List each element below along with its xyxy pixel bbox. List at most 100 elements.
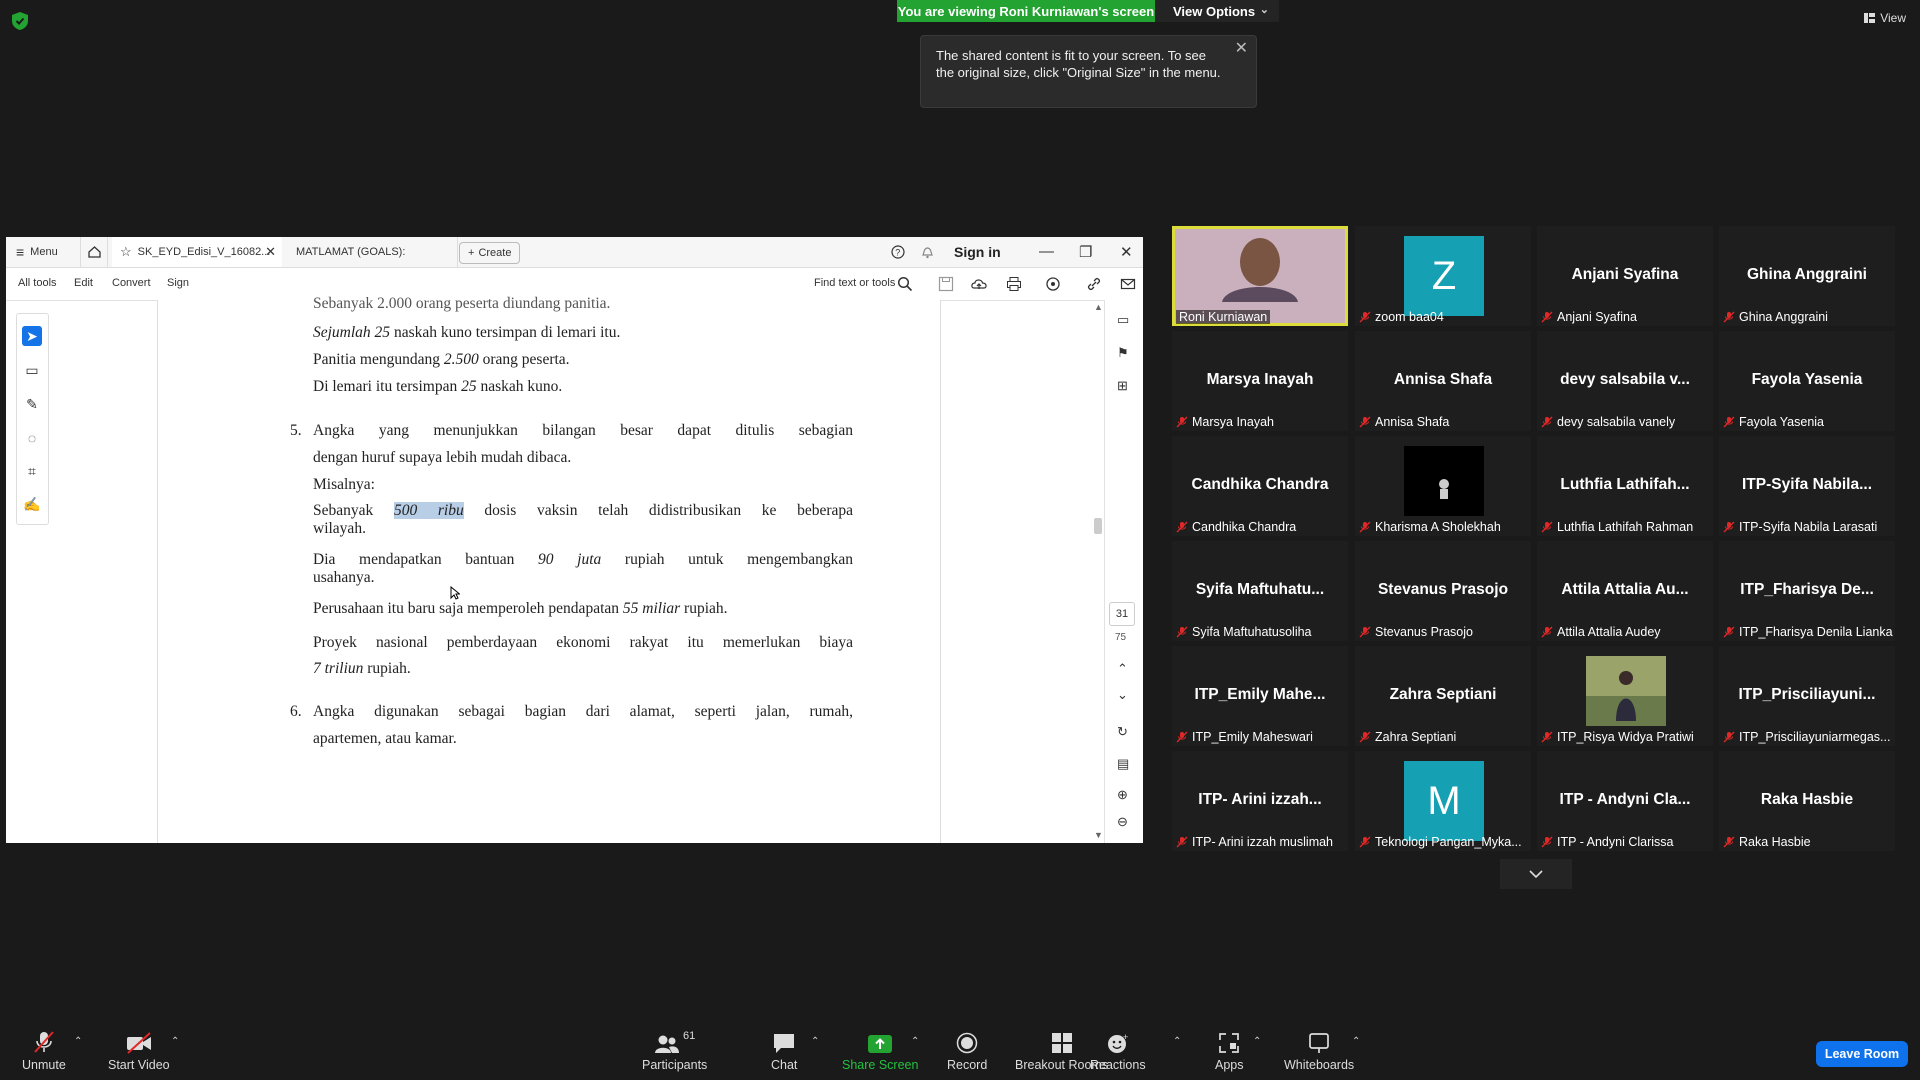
create-button[interactable]: + Create <box>459 242 521 264</box>
share-screen-button[interactable]: Share Screen <box>842 1030 918 1072</box>
participant-name: Attila Attalia Audey <box>1557 625 1661 639</box>
whiteboards-button[interactable]: Whiteboards <box>1284 1030 1354 1072</box>
highlight-pen-icon[interactable]: ✎ <box>22 394 42 414</box>
zoom-out-icon[interactable]: ⊖ <box>1117 814 1128 830</box>
window-close-icon[interactable]: ✕ <box>1120 243 1133 261</box>
participant-name: Fayola Yasenia <box>1739 415 1825 429</box>
comments-icon[interactable]: ▭ <box>1117 312 1129 328</box>
doc-line: Misalnya: <box>313 476 375 493</box>
save-icon[interactable] <box>938 276 954 292</box>
scroll-down-icon[interactable]: ▼ <box>1094 830 1103 840</box>
participant-tile[interactable]: ITP_Risya Widya Pratiwi <box>1537 646 1713 746</box>
participant-tile[interactable]: ITP - Andyni Cla... ITP - Andyni Clarissa <box>1537 751 1713 851</box>
participant-tile[interactable]: Zzoom baa04 <box>1355 226 1531 326</box>
select-tool-icon[interactable]: ➤ <box>22 326 42 346</box>
participant-tile[interactable]: Zahra Septiani Zahra Septiani <box>1355 646 1531 746</box>
view-options-button[interactable]: View Options ⌄ <box>1155 0 1279 22</box>
bookmark-icon[interactable]: ⚑ <box>1117 345 1129 361</box>
video-options-caret-icon[interactable]: ⌃ <box>171 1036 179 1047</box>
lasso-draw-icon[interactable]: ◌ <box>22 428 42 448</box>
plus-icon: + <box>468 247 475 259</box>
home-tab[interactable] <box>80 237 108 267</box>
record-button[interactable]: Record <box>947 1030 987 1072</box>
bell-icon[interactable] <box>921 245 934 259</box>
participant-tile[interactable]: Raka Hasbie Raka Hasbie <box>1719 751 1895 851</box>
vertical-scrollbar[interactable]: ▲ ▼ <box>1092 300 1104 843</box>
print-icon[interactable] <box>1006 276 1022 292</box>
zoom-in-icon[interactable]: ⊕ <box>1117 787 1128 803</box>
participant-tile[interactable]: Candhika Chandra Candhika Chandra <box>1172 436 1348 536</box>
upload-cloud-icon[interactable] <box>971 276 987 292</box>
apps-caret-icon[interactable]: ⌃ <box>1253 1036 1261 1047</box>
participant-tile[interactable]: Roni Kurniawan <box>1172 226 1348 326</box>
participant-tile[interactable]: Stevanus Prasojo Stevanus Prasojo <box>1355 541 1531 641</box>
participant-tile[interactable]: ITP- Arini izzah... ITP- Arini izzah musl… <box>1172 751 1348 851</box>
reactions-caret-icon[interactable]: ⌃ <box>1173 1036 1181 1047</box>
gallery-next-page-button[interactable] <box>1500 859 1572 889</box>
chat-caret-icon[interactable]: ⌃ <box>811 1036 819 1047</box>
rotate-icon[interactable]: ↻ <box>1117 724 1128 740</box>
minimize-icon[interactable]: — <box>1039 243 1054 260</box>
sign-menu[interactable]: Sign <box>167 277 189 289</box>
participant-name-label: ITP_Emily Maheswari <box>1176 730 1313 744</box>
unmute-button[interactable]: Unmute <box>22 1030 66 1072</box>
participant-tile[interactable]: ITP_Prisciliayuni... ITP_Prisciliayuniarm… <box>1719 646 1895 746</box>
doc-line: 7 triliun rupiah. <box>313 660 411 677</box>
participant-tile[interactable]: Marsya Inayah Marsya Inayah <box>1172 331 1348 431</box>
share-caret-icon[interactable]: ⌃ <box>911 1036 919 1047</box>
participant-tile[interactable]: devy salsabila v... devy salsabila vanely <box>1537 331 1713 431</box>
sign-tool-icon[interactable]: ✍ <box>22 494 42 514</box>
all-tools-menu[interactable]: All tools <box>18 277 57 289</box>
close-tab-icon[interactable]: ✕ <box>265 244 276 260</box>
participant-tile[interactable]: Kharisma A Sholekhah <box>1355 436 1531 536</box>
comment-share-icon[interactable] <box>1045 276 1061 292</box>
edit-menu[interactable]: Edit <box>74 277 93 289</box>
participant-tile[interactable]: Annisa Shafa Annisa Shafa <box>1355 331 1531 431</box>
mic-muted-icon <box>1541 731 1553 743</box>
security-shield-icon[interactable] <box>12 12 28 30</box>
reactions-button[interactable]: + Reactions <box>1090 1030 1146 1072</box>
tab-goals[interactable]: MATLAMAT (GOALS): <box>288 237 458 267</box>
page-number-input[interactable]: 31 <box>1109 602 1135 626</box>
text-select-icon[interactable]: ⌗ <box>22 461 42 481</box>
participant-tile[interactable]: ITP_Fharisya De... ITP_Fharisya Denila Li… <box>1719 541 1895 641</box>
thumbnails-grid-icon[interactable]: ⊞ <box>1117 378 1128 394</box>
close-icon[interactable]: ✕ <box>1235 40 1248 57</box>
participant-tile[interactable]: Ghina Anggraini Ghina Anggraini <box>1719 226 1895 326</box>
email-icon[interactable] <box>1120 276 1136 292</box>
page-extract-icon[interactable]: ▤ <box>1117 756 1129 772</box>
participant-tile[interactable]: Attila Attalia Au... Attila Attalia Audey <box>1537 541 1713 641</box>
scroll-thumb[interactable] <box>1094 518 1102 534</box>
restore-icon[interactable]: ❐ <box>1079 243 1092 261</box>
tab-document[interactable]: ☆ SK_EYD_Edisi_V_16082... ✕ <box>112 237 282 267</box>
participant-tile[interactable]: M Teknologi Pangan_Myka... <box>1355 751 1531 851</box>
scroll-up-icon[interactable]: ▲ <box>1094 302 1103 312</box>
page-down-icon[interactable]: ⌄ <box>1117 687 1128 703</box>
participant-tile[interactable]: ITP-Syifa Nabila... ITP-Syifa Nabila Lara… <box>1719 436 1895 536</box>
apps-button[interactable]: Apps <box>1215 1030 1244 1072</box>
chat-button[interactable]: Chat <box>771 1030 797 1072</box>
participant-name: ITP_Prisciliayuniarmegas... <box>1739 730 1891 744</box>
find-text-field[interactable]: Find text or tools <box>814 277 895 289</box>
convert-menu[interactable]: Convert <box>112 277 151 289</box>
mic-muted-icon <box>1359 836 1371 848</box>
search-icon[interactable] <box>897 276 913 292</box>
help-icon[interactable]: ? <box>891 245 905 259</box>
participant-tile[interactable]: Anjani Syafina Anjani Syafina <box>1537 226 1713 326</box>
leave-room-button[interactable]: Leave Room <box>1816 1041 1908 1067</box>
menu-button[interactable]: ≡ Menu <box>16 237 58 267</box>
participant-tile[interactable]: Fayola Yasenia Fayola Yasenia <box>1719 331 1895 431</box>
start-video-button[interactable]: Start Video <box>108 1030 170 1072</box>
participants-button[interactable]: 61 Participants <box>642 1030 707 1072</box>
audio-options-caret-icon[interactable]: ⌃ <box>74 1036 82 1047</box>
page-up-icon[interactable]: ⌃ <box>1117 661 1128 677</box>
participant-tile[interactable]: ITP_Emily Mahe... ITP_Emily Maheswari <box>1172 646 1348 746</box>
mic-muted-icon <box>1541 626 1553 638</box>
participant-tile[interactable]: Luthfia Lathifah... Luthfia Lathifah Rahm… <box>1537 436 1713 536</box>
participant-tile[interactable]: Syifa Maftuhatu... Syifa Maftuhatusoliha <box>1172 541 1348 641</box>
whiteboards-caret-icon[interactable]: ⌃ <box>1352 1036 1360 1047</box>
sign-in-button[interactable]: Sign in <box>954 237 1001 267</box>
view-button[interactable]: View <box>1864 11 1906 25</box>
comment-tool-icon[interactable]: ▭ <box>22 360 42 380</box>
link-icon[interactable] <box>1086 276 1102 292</box>
